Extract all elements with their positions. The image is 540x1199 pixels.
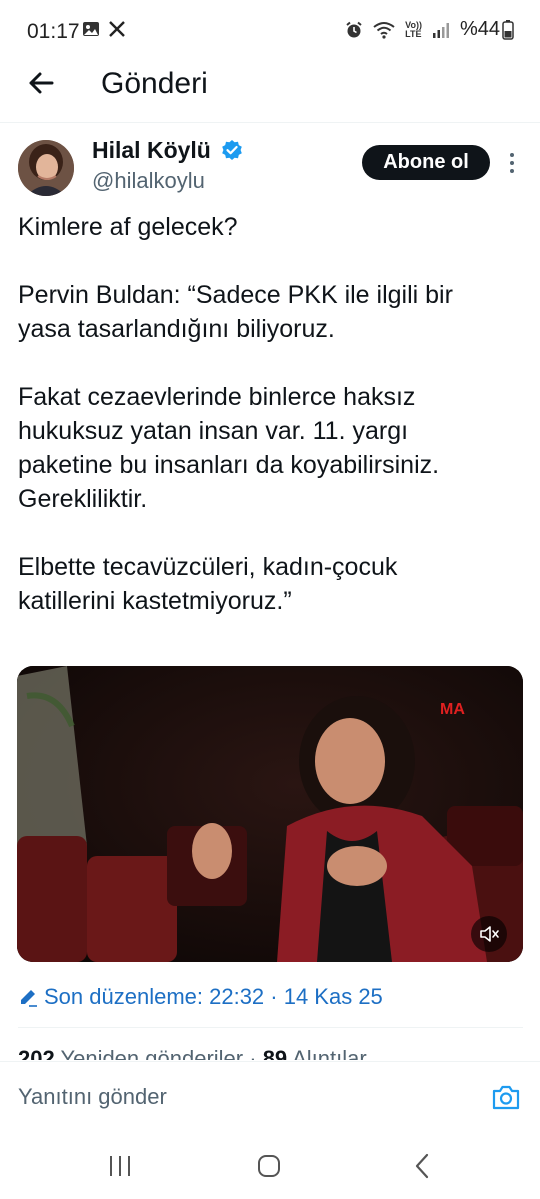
alarm-icon <box>346 21 362 37</box>
speaker-muted-icon <box>480 926 499 942</box>
edited-indicator[interactable]: Son düzenleme: 22:32 · 14 Kas 25 <box>18 984 383 1010</box>
gallery-icon <box>83 22 99 36</box>
more-options-icon[interactable] <box>502 150 522 176</box>
battery-percent: %44 <box>459 18 500 40</box>
tweet-line: Kimlere af gelecek? <box>18 213 238 241</box>
header-divider <box>0 122 540 123</box>
mute-button[interactable] <box>471 916 507 952</box>
reply-input[interactable]: Yanıtını gönder <box>18 1084 167 1110</box>
x-logo-icon <box>109 21 125 37</box>
tweet-line: yasa tasarlandığını biliyoruz. <box>18 315 335 343</box>
tweet-video[interactable]: MA <box>17 666 523 962</box>
verified-badge-icon <box>222 140 242 160</box>
tweet-line: paketine bu insanları da koyabilirsiniz. <box>18 451 440 479</box>
tweet-line: Pervin Buldan: “Sadece PKK ile ilgili bi… <box>18 281 453 309</box>
volte-icon: Vo)) LTE <box>405 19 422 39</box>
edited-label: Son düzenleme: 22:32 · 14 Kas 25 <box>44 984 383 1009</box>
tweet-line: Gerekliliktir. <box>18 485 148 513</box>
tweet-line: Fakat cezaevlerinde binlerce haksız <box>18 383 416 411</box>
wifi-icon <box>373 21 395 39</box>
camera-icon[interactable] <box>491 1083 521 1111</box>
page-title: Gönderi <box>101 67 208 100</box>
tweet-line: katillerini kastetmiyoruz.” <box>18 587 292 615</box>
tweet-text: Kimlere af gelecek? Pervin Buldan: “Sade… <box>18 210 523 618</box>
status-time: 01:17 <box>27 20 80 43</box>
signal-icon <box>432 22 449 38</box>
back-arrow-icon[interactable] <box>26 68 56 98</box>
edit-pencil-icon <box>21 990 37 1007</box>
status-bar: 01:17 Vo)) LTE %44 <box>0 0 540 62</box>
media-watermark: MA <box>440 701 465 718</box>
tweet-stats[interactable]: 202 Yeniden gönderiler · 89 Alıntılar <box>18 1046 367 1060</box>
follow-button[interactable]: Abone ol <box>362 145 490 180</box>
author-handle[interactable]: @hilalkoylu <box>92 168 205 194</box>
battery-icon <box>502 19 514 40</box>
author-name[interactable]: Hilal Köylü <box>92 137 211 164</box>
avatar[interactable] <box>18 140 74 196</box>
tweet-line: Elbette tecavüzcüleri, kadın-çocuk <box>18 553 398 581</box>
tweet-line: hukuksuz yatan insan var. 11. yargı <box>18 417 409 445</box>
recent-apps-icon[interactable] <box>108 1154 132 1178</box>
stats-divider <box>18 1027 523 1028</box>
nav-back-icon[interactable] <box>412 1152 432 1180</box>
home-icon[interactable] <box>257 1154 281 1178</box>
